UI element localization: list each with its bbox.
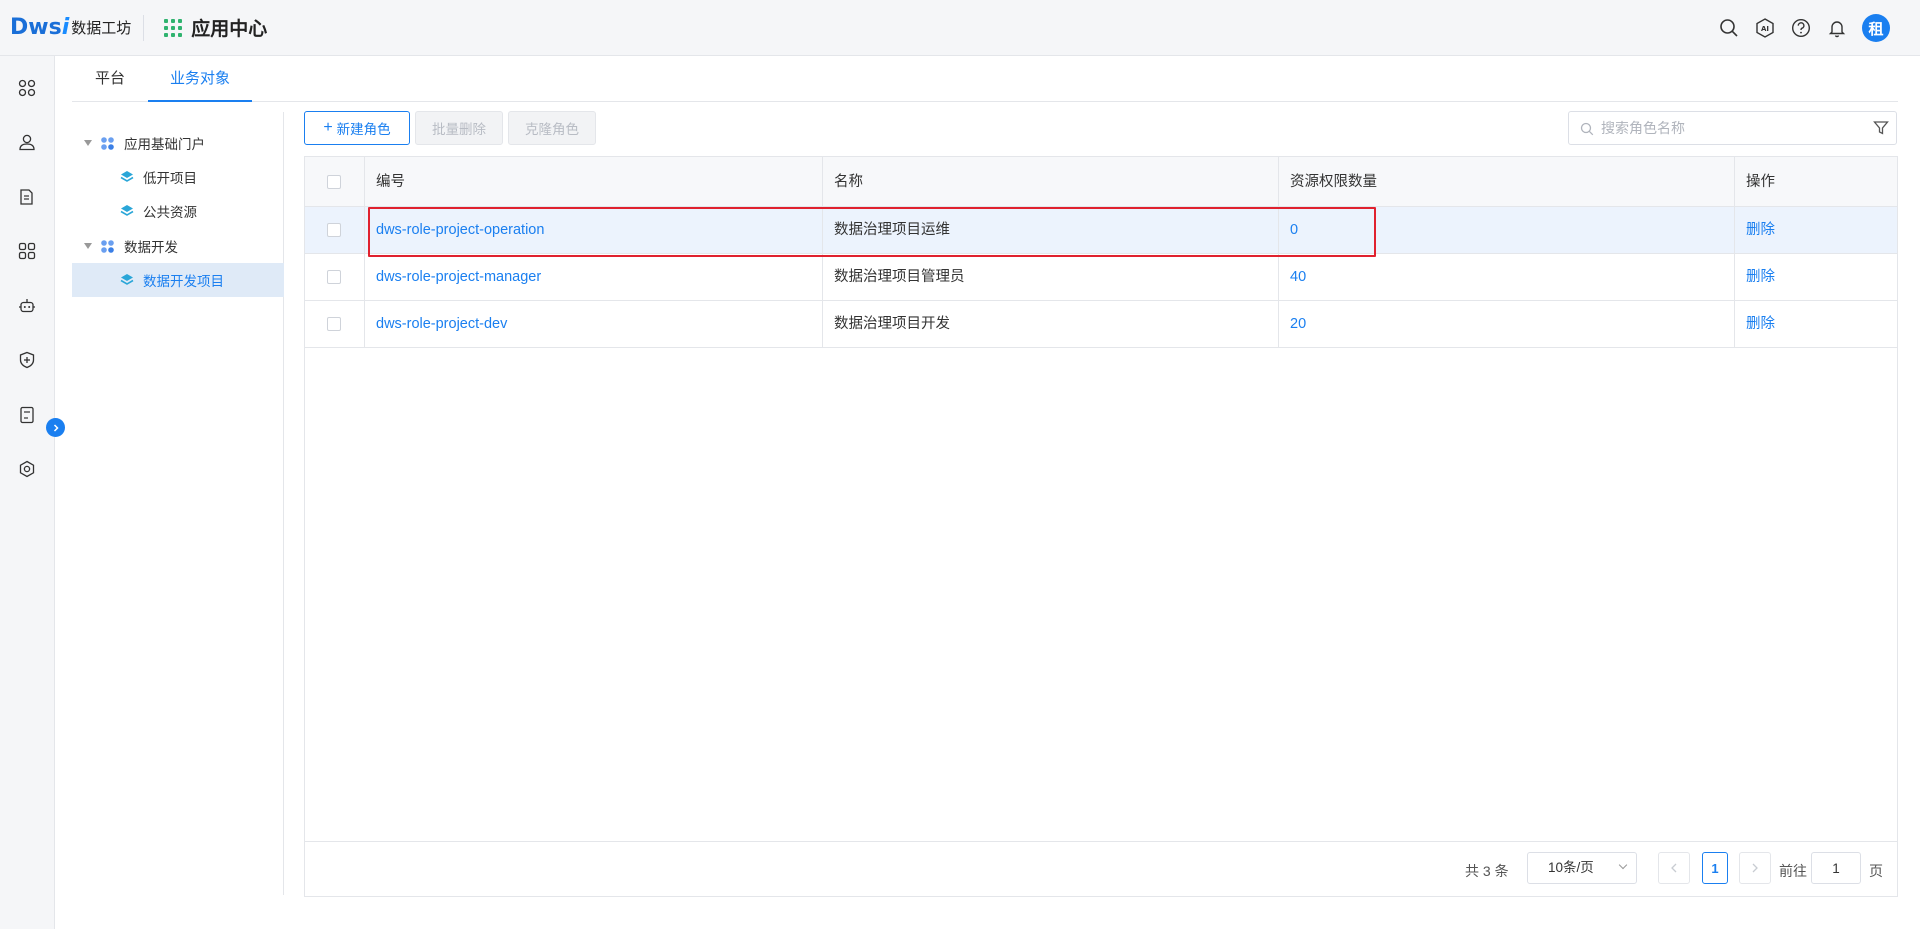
logo-text: 数据工坊: [71, 20, 132, 37]
search-icon[interactable]: [1718, 17, 1740, 39]
highlight-annotation-box: [368, 207, 1376, 257]
tree-node-app-portal[interactable]: 应用基础门户: [72, 126, 284, 160]
row-select-cell: [305, 207, 365, 254]
chevron-right-icon: [1752, 863, 1758, 873]
document-icon[interactable]: [16, 186, 38, 208]
role-name: 数据治理项目管理员: [823, 254, 1279, 301]
folder-group-icon: [101, 239, 114, 253]
tree-node-public-resources[interactable]: 公共资源: [72, 194, 284, 228]
row-select-cell: [305, 301, 365, 348]
layers-icon: [120, 171, 134, 182]
tree-node-label: 低开项目: [143, 171, 197, 186]
app-center-label: 应用中心: [191, 19, 268, 40]
next-page-button[interactable]: [1739, 852, 1771, 884]
column-header-name[interactable]: 名称: [823, 157, 1279, 207]
clone-role-button[interactable]: 克隆角色: [508, 111, 596, 145]
column-header-actions: 操作: [1746, 174, 1775, 190]
page-size-value: 10条/页: [1548, 860, 1594, 875]
role-search-input[interactable]: [1601, 118, 1851, 138]
delete-link[interactable]: 删除: [1735, 301, 1897, 348]
chevron-right-icon: [53, 423, 59, 432]
delete-link[interactable]: 删除: [1735, 207, 1897, 254]
tree-node-label: 应用基础门户: [124, 137, 205, 152]
tree-node-data-dev[interactable]: 数据开发: [72, 229, 284, 263]
delete-link[interactable]: 删除: [1735, 254, 1897, 301]
role-search-box: [1568, 111, 1897, 145]
table-row[interactable]: dws-role-project-manager 数据治理项目管理员 40 删除: [305, 254, 1897, 301]
expand-rail-button[interactable]: [46, 418, 65, 437]
help-icon[interactable]: [1790, 17, 1812, 39]
ai-icon[interactable]: AI: [1754, 17, 1776, 39]
header-divider: [143, 14, 145, 41]
bell-icon[interactable]: [1826, 17, 1848, 39]
tree-node-data-dev-project[interactable]: 数据开发项目: [72, 263, 284, 297]
chevron-left-icon: [1671, 863, 1677, 873]
roles-table: 编号 名称 资源权限数量 操作 dws-role-project-operati…: [304, 156, 1898, 897]
header-select-all-cell: [305, 157, 365, 207]
layers-icon: [120, 274, 134, 285]
column-header-resource-count[interactable]: 资源权限数量: [1279, 157, 1735, 207]
search-icon: [1580, 122, 1594, 136]
svg-text:AI: AI: [1761, 25, 1769, 33]
row-select-cell: [305, 254, 365, 301]
total-count: 共 3 条: [1465, 863, 1509, 879]
tree-node-label: 数据开发项目: [143, 274, 224, 289]
tree-node-lowcode[interactable]: 低开项目: [72, 160, 284, 194]
role-code-link[interactable]: dws-role-project-dev: [365, 301, 823, 348]
new-role-label: 新建角色: [336, 122, 391, 137]
tab-bar: 平台 业务对象: [72, 56, 1898, 102]
caret-down-icon[interactable]: [84, 140, 92, 146]
app-logo[interactable]: Dwsi 数据工坊: [10, 0, 131, 56]
page-size-select[interactable]: 10条/页: [1527, 852, 1637, 884]
layers-icon: [120, 205, 134, 216]
caret-down-icon[interactable]: [84, 243, 92, 249]
row-checkbox[interactable]: [327, 223, 341, 237]
avatar[interactable]: 租: [1862, 14, 1890, 42]
settings-icon[interactable]: [16, 458, 38, 480]
report-icon[interactable]: [16, 404, 38, 426]
robot-icon[interactable]: [16, 295, 38, 317]
page-suffix-label: 页: [1869, 863, 1883, 879]
column-header-code[interactable]: 编号: [365, 157, 823, 207]
plus-icon: +: [323, 119, 333, 136]
user-icon[interactable]: [16, 131, 38, 153]
logo-mark: Dwsi: [10, 15, 70, 40]
table-row[interactable]: dws-role-project-dev 数据治理项目开发 20 删除: [305, 301, 1897, 348]
resource-count-link[interactable]: 20: [1279, 301, 1735, 348]
goto-page-input[interactable]: [1811, 852, 1861, 884]
left-rail: [0, 56, 55, 929]
folder-group-icon: [101, 136, 114, 150]
row-checkbox[interactable]: [327, 317, 341, 331]
tree-node-label: 数据开发: [124, 240, 178, 255]
goto-label: 前往: [1779, 863, 1807, 879]
chevron-down-icon: [1618, 860, 1628, 870]
category-tree: 应用基础门户 低开项目 公共资源 数据开发 数据开发项目: [72, 112, 284, 895]
batch-delete-button[interactable]: 批量删除: [415, 111, 503, 145]
pagination: 共 3 条 10条/页 1 前往 页: [305, 841, 1897, 897]
prev-page-button[interactable]: [1658, 852, 1690, 884]
select-all-checkbox[interactable]: [327, 175, 341, 189]
resource-count-link[interactable]: 40: [1279, 254, 1735, 301]
shield-icon[interactable]: [16, 349, 38, 371]
page-number-current[interactable]: 1: [1702, 852, 1728, 884]
tree-node-label: 公共资源: [143, 205, 197, 220]
app-center-button[interactable]: 应用中心: [164, 14, 267, 41]
role-name: 数据治理项目开发: [823, 301, 1279, 348]
modules-icon[interactable]: [16, 240, 38, 262]
role-code-link[interactable]: dws-role-project-manager: [365, 254, 823, 301]
new-role-button[interactable]: + 新建角色: [304, 111, 410, 145]
top-bar: Dwsi 数据工坊 应用中心 AI 租: [0, 0, 1920, 56]
table-header: 编号 名称 资源权限数量 操作: [305, 157, 1897, 207]
app-grid-icon: [164, 18, 183, 37]
filter-icon[interactable]: [1873, 120, 1889, 136]
tab-platform[interactable]: 平台: [92, 56, 128, 102]
row-checkbox[interactable]: [327, 270, 341, 284]
tab-business-object[interactable]: 业务对象: [148, 56, 252, 102]
apps-icon[interactable]: [16, 77, 38, 99]
